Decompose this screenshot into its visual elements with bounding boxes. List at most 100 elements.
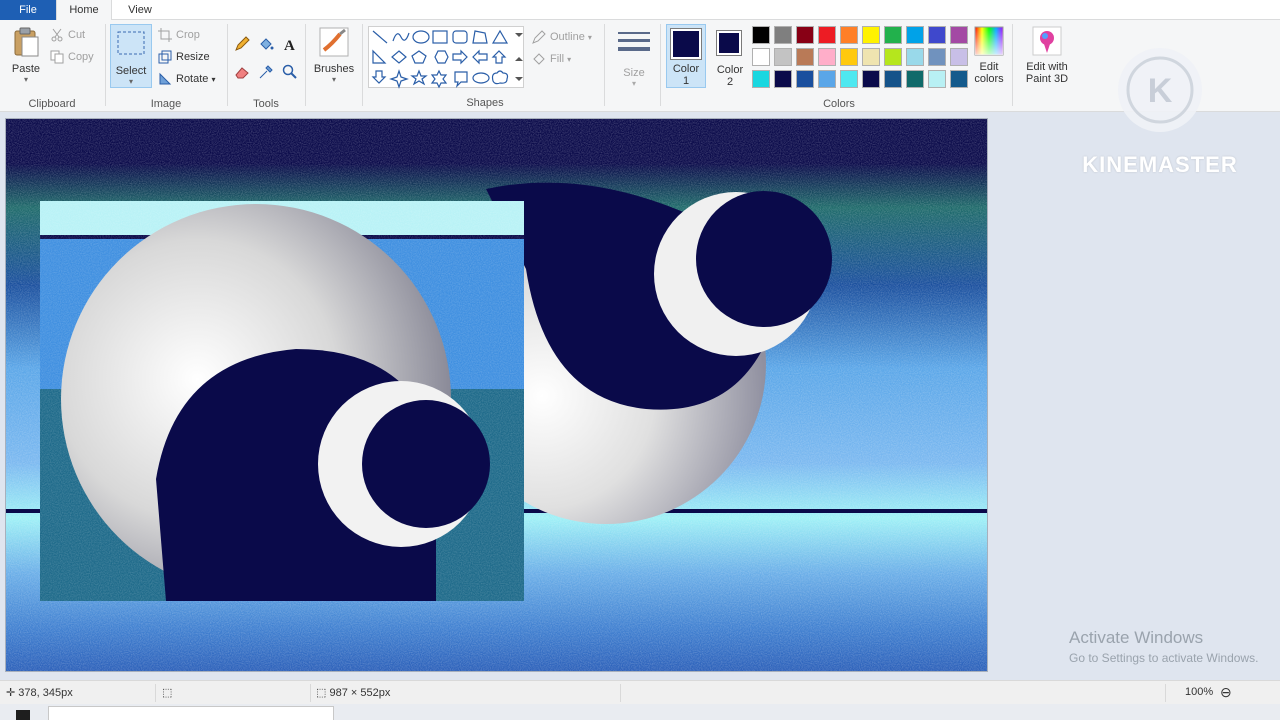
colors-group-label: Colors (823, 98, 855, 110)
magnifier-icon[interactable] (282, 64, 298, 80)
status-divider (310, 684, 311, 702)
outline-pen-icon (532, 30, 546, 44)
windows-taskbar (0, 704, 1280, 720)
brushes-button[interactable]: Brushes ▾ (310, 26, 358, 84)
palette-swatch[interactable] (774, 70, 792, 88)
zoom-out-icon[interactable]: ⊖ (1220, 684, 1232, 701)
paste-button[interactable]: Paste ▾ (8, 26, 44, 84)
shapes-gallery[interactable] (368, 26, 524, 89)
color1-button[interactable]: Color 1 (666, 24, 706, 88)
diamond-shape-icon (391, 50, 407, 64)
palette-swatch[interactable] (818, 70, 836, 88)
palette-swatch[interactable] (884, 70, 902, 88)
edit-colors-button[interactable]: Edit colors (970, 26, 1008, 85)
drawing-canvas[interactable] (5, 118, 988, 672)
tab-file[interactable]: File (0, 0, 56, 20)
cut-button[interactable]: Cut (50, 26, 85, 44)
status-bar: ✛ 378, 345px ⬚ ⬚ 987 × 552px 100% ⊖ (0, 680, 1280, 704)
ribbon-divider (1012, 24, 1013, 106)
edit-colors-label: Edit colors (974, 61, 1004, 85)
color1-swatch (673, 31, 699, 57)
select-button[interactable]: Select ▾ (110, 24, 152, 88)
color-picker-icon[interactable] (258, 64, 274, 80)
rotate-button[interactable]: Rotate ▾ (158, 70, 216, 88)
palette-swatch[interactable] (818, 26, 836, 44)
palette-swatch[interactable] (840, 48, 858, 66)
color1-number: 1 (682, 75, 690, 87)
palette-swatch[interactable] (774, 48, 792, 66)
oval-shape-icon (412, 30, 430, 44)
palette-swatch[interactable] (774, 26, 792, 44)
copy-label: Copy (68, 51, 94, 63)
palette-swatch[interactable] (862, 70, 880, 88)
activate-windows-subtitle: Go to Settings to activate Windows. (1069, 651, 1259, 665)
copy-button[interactable]: Copy (50, 48, 94, 66)
pencil-icon[interactable] (234, 36, 250, 52)
space-painting (6, 119, 987, 671)
palette-swatch[interactable] (796, 48, 814, 66)
fill-bucket-icon[interactable] (258, 36, 274, 52)
windows-start-icon[interactable] (16, 710, 30, 720)
ribbon-divider (604, 24, 605, 106)
oval-callout-shape-icon (472, 72, 490, 84)
palette-swatch[interactable] (950, 26, 968, 44)
tab-view[interactable]: View (114, 0, 166, 20)
palette-swatch[interactable] (796, 26, 814, 44)
edit-with-paint3d-button[interactable]: Edit with Paint 3D (1018, 26, 1076, 85)
resize-label: Resize (176, 51, 210, 63)
paste-label: Paste (11, 63, 41, 75)
shapes-group-label: Shapes (466, 97, 504, 109)
palette-swatch[interactable] (884, 26, 902, 44)
palette-swatch[interactable] (884, 48, 902, 66)
status-divider (620, 684, 621, 702)
palette-swatch[interactable] (928, 26, 946, 44)
palette-swatch[interactable] (862, 26, 880, 44)
tab-home[interactable]: Home (56, 0, 112, 20)
palette-swatch[interactable] (928, 70, 946, 88)
edit-paint3d-label: Edit with Paint 3D (1025, 61, 1069, 85)
crop-button[interactable]: Crop (158, 26, 200, 44)
rotate-icon (159, 72, 172, 85)
palette-swatch[interactable] (840, 70, 858, 88)
size-button[interactable]: Size ▾ (612, 28, 656, 88)
palette-swatch[interactable] (906, 48, 924, 66)
palette-swatch[interactable] (840, 26, 858, 44)
color2-label: Color (716, 64, 744, 76)
fill-button[interactable]: Fill ▾ (532, 50, 571, 68)
palette-swatch[interactable] (752, 26, 770, 44)
zoom-level: 100% (1185, 686, 1214, 698)
resize-button[interactable]: Resize (158, 48, 210, 66)
outline-button[interactable]: Outline ▾ (532, 28, 592, 46)
color2-button[interactable]: Color 2 (710, 24, 750, 88)
canvas-size: ⬚ 987 × 552px (316, 686, 390, 699)
color2-number: 2 (726, 76, 734, 88)
image-group-label: Image (150, 98, 182, 110)
activate-windows-title: Activate Windows (1069, 628, 1204, 647)
palette-swatch[interactable] (796, 70, 814, 88)
palette-swatch[interactable] (950, 70, 968, 88)
crop-label: Crop (176, 29, 200, 41)
text-tool-icon[interactable]: A (282, 36, 298, 52)
canvas-size-icon: ⬚ (316, 687, 327, 699)
palette-swatch[interactable] (862, 48, 880, 66)
svg-text:A: A (284, 38, 295, 52)
palette-swatch[interactable] (752, 48, 770, 66)
hexagon-shape-icon (434, 50, 449, 64)
palette-swatch[interactable] (928, 48, 946, 66)
image-group: Select ▾ Crop Resize Rotate ▾ Image (106, 20, 226, 112)
palette-swatch[interactable] (752, 70, 770, 88)
palette-swatch[interactable] (818, 48, 836, 66)
ribbon-divider (660, 24, 661, 106)
selection-size-icon: ⬚ (162, 687, 173, 699)
status-divider (155, 684, 156, 702)
triangle-shape-icon (491, 29, 509, 44)
palette-swatch[interactable] (950, 48, 968, 66)
taskbar-search-box[interactable] (48, 706, 334, 720)
palette-swatch[interactable] (906, 26, 924, 44)
palette-swatch[interactable] (906, 70, 924, 88)
canvas-area (0, 113, 1280, 680)
rounded-callout-shape-icon (454, 71, 468, 88)
outline-label: Outline (550, 31, 585, 43)
kinemaster-logo-icon: K (1118, 48, 1202, 132)
eraser-icon[interactable] (234, 64, 250, 80)
